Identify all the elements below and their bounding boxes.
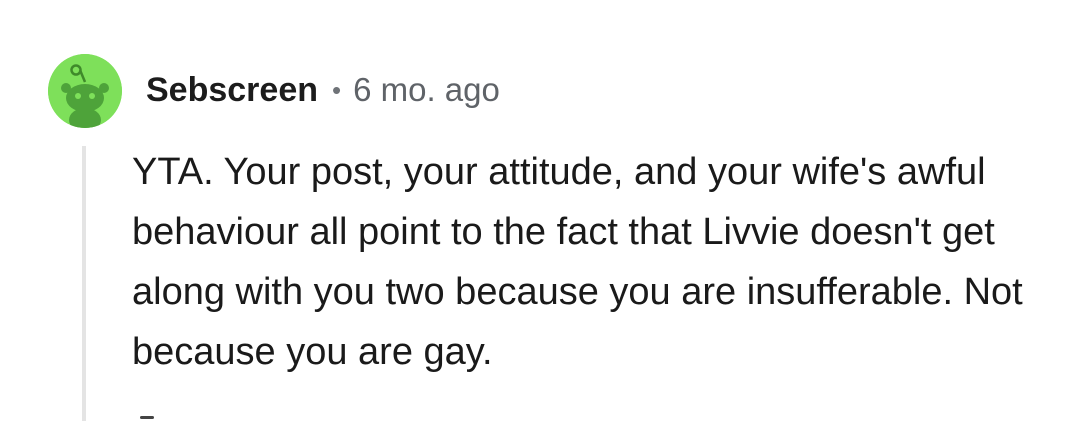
upvote-icon[interactable] <box>132 414 172 421</box>
user-avatar[interactable] <box>48 54 122 128</box>
meta-separator: • <box>332 74 342 105</box>
snoo-avatar-icon <box>48 54 122 128</box>
comment-meta: Sebscreen • 6 mo. ago <box>146 68 500 112</box>
comment: Sebscreen • 6 mo. ago YTA. Your post, yo… <box>0 0 1080 421</box>
author-username[interactable]: Sebscreen <box>146 71 318 110</box>
thread-line[interactable] <box>82 146 86 421</box>
comment-timestamp: 6 mo. ago <box>353 71 500 108</box>
comment-body: YTA. Your post, your attitude, and your … <box>132 151 1023 373</box>
